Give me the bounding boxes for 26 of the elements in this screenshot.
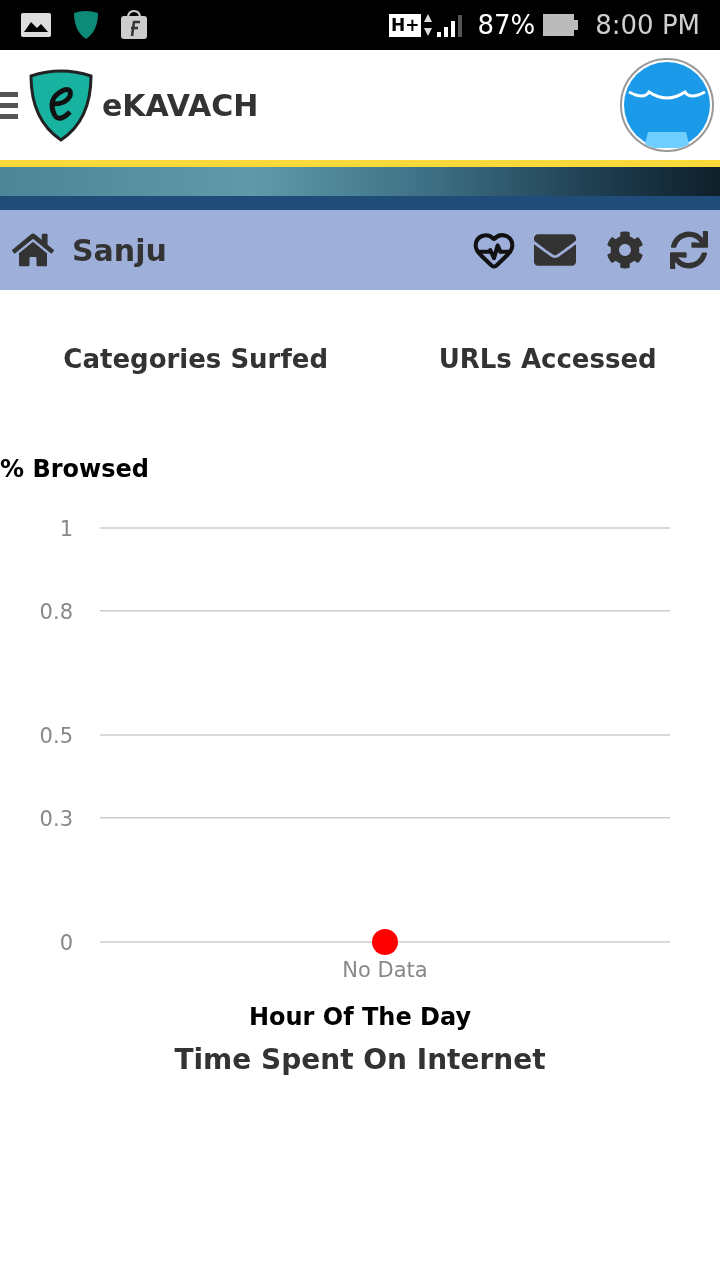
network-type: H+ [388,13,422,37]
y-tick-label: 0.8 [39,599,73,624]
user-name: Sanju [72,231,167,270]
y-axis-label: % Browsed [0,455,149,483]
refresh-icon[interactable] [670,231,708,269]
image-icon [20,12,52,38]
shield-logo-icon [28,68,94,142]
shield-icon [72,9,100,41]
shopping-bag-icon [120,10,148,40]
y-tick-label: 0.5 [39,724,73,748]
tab[interactable]: Categories Surfed [63,340,328,379]
tab[interactable]: URLs Accessed [438,340,657,379]
x-tick-label: No Data [342,958,428,981]
y-tick-label: 1 [59,517,73,541]
y-tick-label: 0.3 [39,806,73,831]
data-point [372,929,398,955]
data-arrows-icon [423,13,434,37]
battery-icon [543,14,580,36]
app-name: eKAVACH [102,86,259,125]
x-axis-label: Hour Of The Day [248,1002,472,1033]
y-tick-label: 0 [59,931,73,955]
menu-icon [0,90,18,120]
settings-icon[interactable] [606,231,644,269]
clock: 8:00 PM [595,8,700,42]
chart-title: Time Spent On Internet [174,1042,546,1078]
battery-percent: 87% [477,8,536,42]
